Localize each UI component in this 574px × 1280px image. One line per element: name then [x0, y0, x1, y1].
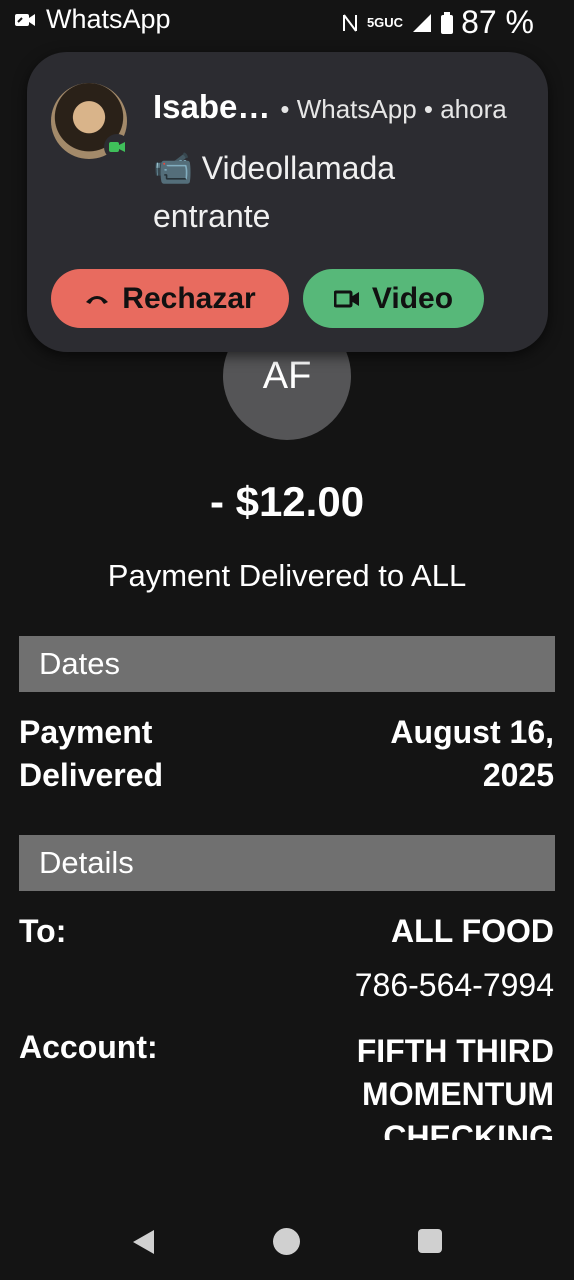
home-icon[interactable]: [273, 1228, 300, 1255]
notification-header: Isabe… • WhatsApp • ahora: [153, 88, 533, 126]
caller-name: Isabe…: [153, 88, 271, 125]
payment-amount: - $12.00: [209, 478, 365, 525]
network-type: 5GUC: [366, 15, 404, 30]
label-line-1: Payment: [19, 714, 153, 750]
phone-hangup-icon: [86, 295, 109, 304]
account-line-1: FIFTH THIRD: [356, 1033, 554, 1069]
video-label: Video: [371, 281, 454, 315]
back-icon[interactable]: [130, 1228, 156, 1256]
battery-icon: [441, 11, 454, 34]
account-value: FIFTH THIRD MOMENTUM CHECKING: [357, 1030, 554, 1140]
recents-icon[interactable]: [418, 1229, 442, 1253]
details-section-header: Details: [19, 835, 555, 891]
status-app-name: WhatsApp: [46, 4, 171, 34]
account-label: Account:: [19, 1029, 158, 1065]
reject-call-button[interactable]: Rechazar: [51, 269, 289, 328]
dates-section-header: Dates: [19, 636, 555, 692]
answer-video-button[interactable]: Video: [303, 269, 484, 328]
payment-subtitle: Payment Delivered to ALL: [107, 558, 467, 593]
nfc-icon: [342, 13, 357, 32]
payment-delivered-date: August 16, 2025: [390, 711, 554, 797]
video-camera-icon: [333, 290, 359, 307]
account-line-2: MOMENTUM: [362, 1076, 554, 1112]
label-line-2: Delivered: [19, 757, 164, 793]
status-bar: WhatsApp 5GUC 87 %: [0, 0, 574, 44]
date-line-1: August 16,: [390, 714, 554, 750]
to-label: To:: [19, 913, 67, 949]
avatar-initials: AF: [262, 354, 312, 397]
video-call-icon: [15, 13, 35, 26]
signal-icon: [413, 13, 432, 32]
video-camera-emoji-icon: 📹: [153, 150, 193, 186]
reject-label: Rechazar: [122, 281, 256, 315]
date-line-2: 2025: [482, 757, 554, 793]
account-line-3: CHECKING: [383, 1119, 554, 1140]
notification-meta: • WhatsApp • ahora: [280, 94, 507, 124]
notification-message: 📹 Videollamada entrante: [153, 144, 483, 240]
battery-percentage: 87 %: [461, 4, 534, 40]
payment-delivered-label: Payment Delivered: [19, 711, 163, 797]
to-name: ALL FOOD: [391, 913, 554, 949]
to-phone: 786-564-7994: [354, 967, 554, 1003]
video-badge-icon: [104, 134, 130, 160]
navigation-bar: [0, 1200, 574, 1280]
incoming-call-notification[interactable]: Isabe… • WhatsApp • ahora 📹 Videollamada…: [27, 52, 548, 352]
